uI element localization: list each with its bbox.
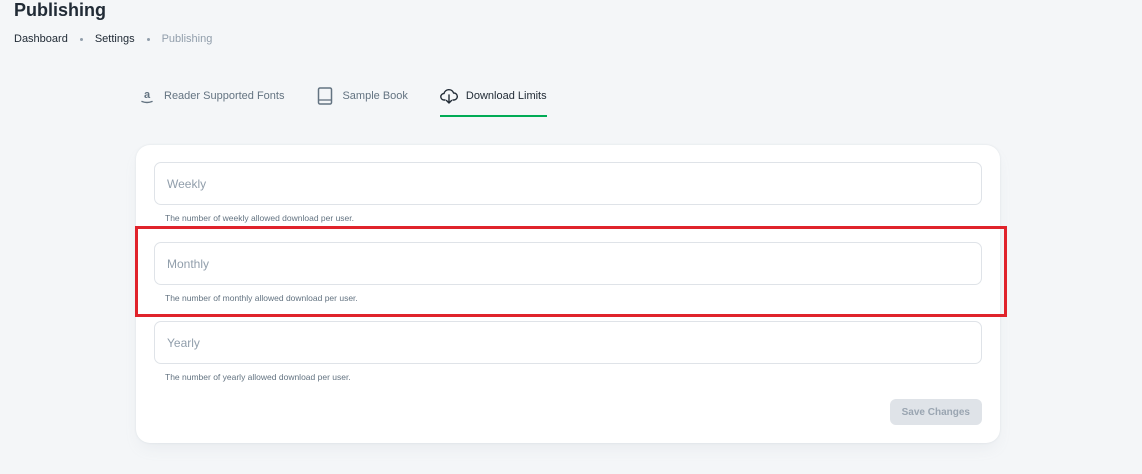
tab-label: Sample Book bbox=[342, 90, 408, 102]
svg-text:a: a bbox=[144, 89, 151, 101]
monthly-input-wrapper bbox=[154, 242, 982, 285]
tab-label: Download Limits bbox=[465, 90, 547, 102]
monthly-helper-text: The number of monthly allowed download p… bbox=[165, 293, 358, 303]
cloud-download-icon bbox=[440, 87, 458, 105]
breadcrumb-dashboard[interactable]: Dashboard bbox=[14, 33, 68, 45]
breadcrumb: Dashboard Settings Publishing bbox=[14, 33, 212, 45]
download-limits-card: The number of weekly allowed download pe… bbox=[136, 145, 1000, 443]
weekly-input[interactable] bbox=[165, 175, 971, 192]
weekly-helper-text: The number of weekly allowed download pe… bbox=[165, 213, 354, 223]
yearly-input[interactable] bbox=[165, 334, 971, 351]
breadcrumb-settings[interactable]: Settings bbox=[95, 33, 135, 45]
yearly-helper-text: The number of yearly allowed download pe… bbox=[165, 372, 351, 382]
settings-tabs: a Reader Supported Fonts Sample Book Dow… bbox=[138, 84, 547, 117]
tab-download-limits[interactable]: Download Limits bbox=[439, 84, 547, 117]
book-icon bbox=[316, 87, 334, 105]
breadcrumb-separator bbox=[79, 37, 83, 41]
amazon-icon: a bbox=[138, 87, 156, 105]
tab-reader-supported-fonts[interactable]: a Reader Supported Fonts bbox=[138, 84, 284, 115]
page-title: Publishing bbox=[14, 0, 106, 20]
monthly-input[interactable] bbox=[165, 255, 971, 272]
weekly-input-wrapper bbox=[154, 162, 982, 205]
tab-sample-book[interactable]: Sample Book bbox=[316, 84, 408, 115]
save-changes-button[interactable]: Save Changes bbox=[889, 399, 982, 425]
breadcrumb-current: Publishing bbox=[161, 33, 213, 45]
yearly-input-wrapper bbox=[154, 321, 982, 364]
weekly-field: The number of weekly allowed download pe… bbox=[154, 162, 982, 223]
monthly-field: The number of monthly allowed download p… bbox=[154, 242, 982, 303]
tab-label: Reader Supported Fonts bbox=[164, 90, 285, 102]
yearly-field: The number of yearly allowed download pe… bbox=[154, 321, 982, 382]
breadcrumb-separator bbox=[146, 37, 150, 41]
